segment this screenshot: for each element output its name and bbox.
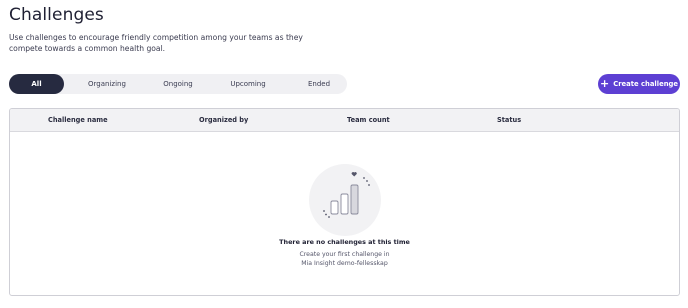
column-organized-by[interactable]: Organized by bbox=[199, 109, 248, 132]
tab-ongoing[interactable]: Ongoing bbox=[154, 74, 202, 94]
challenges-table: Challenge name Organized by Team count S… bbox=[9, 108, 680, 296]
tab-organizing[interactable]: Organizing bbox=[79, 74, 135, 94]
tab-upcoming[interactable]: Upcoming bbox=[222, 74, 274, 94]
column-team-count[interactable]: Team count bbox=[347, 109, 390, 132]
empty-state-subtitle: Create your first challenge in Mia Insig… bbox=[10, 250, 679, 268]
page-title: Challenges bbox=[9, 5, 104, 25]
empty-state-illustration bbox=[309, 164, 381, 236]
empty-state-subtitle-line1: Create your first challenge in bbox=[299, 251, 390, 258]
create-challenge-label: Create challenge bbox=[613, 80, 679, 88]
empty-state-title: There are no challenges at this time bbox=[279, 238, 410, 246]
plus-icon: + bbox=[599, 77, 610, 90]
column-challenge-name[interactable]: Challenge name bbox=[48, 109, 108, 132]
tab-all[interactable]: All bbox=[9, 74, 64, 94]
column-status[interactable]: Status bbox=[497, 109, 521, 132]
table-header: Challenge name Organized by Team count S… bbox=[10, 109, 679, 132]
bar-chart-heart-icon bbox=[323, 172, 370, 218]
page-description: Use challenges to encourage friendly com… bbox=[9, 33, 303, 53]
tab-ended[interactable]: Ended bbox=[299, 74, 339, 94]
create-challenge-button[interactable]: + Create challenge bbox=[598, 74, 680, 94]
challenge-filter-tabs: All Organizing Ongoing Upcoming Ended bbox=[9, 74, 347, 94]
empty-state-subtitle-line2: Mia Insight demo-fellesskap bbox=[301, 260, 388, 267]
